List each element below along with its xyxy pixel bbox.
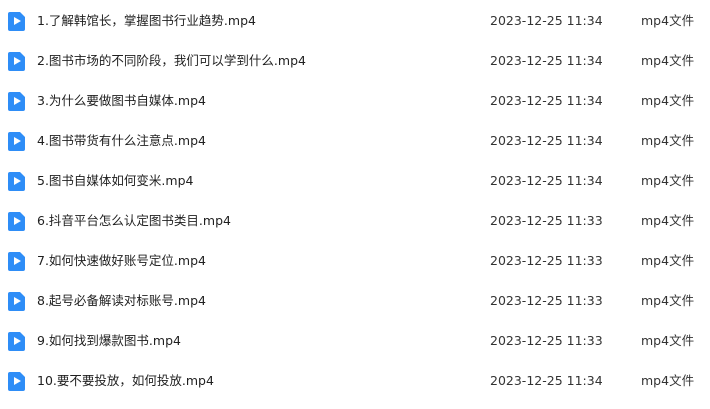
file-type: mp4文件: [641, 53, 695, 68]
video-file-icon: [8, 12, 25, 31]
file-modified-date: 2023-12-25 11:33: [490, 333, 603, 348]
file-row[interactable]: 8.起号必备解读对标账号.mp4 2023-12-25 11:33 mp4文件: [0, 281, 710, 321]
file-row[interactable]: 3.为什么要做图书自媒体.mp4 2023-12-25 11:34 mp4文件: [0, 81, 710, 121]
file-type: mp4文件: [641, 373, 695, 388]
file-modified-date: 2023-12-25 11:34: [490, 93, 603, 108]
file-row[interactable]: 6.抖音平台怎么认定图书类目.mp4 2023-12-25 11:33 mp4文…: [0, 201, 710, 241]
video-file-icon: [8, 372, 25, 391]
file-row[interactable]: 9.如何找到爆款图书.mp4 2023-12-25 11:33 mp4文件: [0, 321, 710, 361]
file-name[interactable]: 1.了解韩馆长，掌握图书行业趋势.mp4: [37, 13, 256, 29]
file-modified-date: 2023-12-25 11:34: [490, 53, 603, 68]
video-file-icon: [8, 212, 25, 231]
file-modified-date: 2023-12-25 11:33: [490, 253, 603, 268]
file-modified-date: 2023-12-25 11:34: [490, 173, 603, 188]
file-type: mp4文件: [641, 213, 695, 228]
video-file-icon: [8, 132, 25, 151]
file-list: 1.了解韩馆长，掌握图书行业趋势.mp4 2023-12-25 11:34 mp…: [0, 0, 710, 409]
video-file-icon: [8, 332, 25, 351]
file-type: mp4文件: [641, 93, 695, 108]
file-row[interactable]: 2.图书市场的不同阶段，我们可以学到什么.mp4 2023-12-25 11:3…: [0, 41, 710, 81]
file-type: mp4文件: [641, 253, 695, 268]
file-row[interactable]: 1.了解韩馆长，掌握图书行业趋势.mp4 2023-12-25 11:34 mp…: [0, 1, 710, 41]
file-name[interactable]: 10.要不要投放，如何投放.mp4: [37, 373, 214, 389]
file-name[interactable]: 3.为什么要做图书自媒体.mp4: [37, 93, 206, 109]
file-type: mp4文件: [641, 173, 695, 188]
file-type: mp4文件: [641, 293, 695, 308]
file-row[interactable]: 4.图书带货有什么注意点.mp4 2023-12-25 11:34 mp4文件: [0, 121, 710, 161]
file-modified-date: 2023-12-25 11:33: [490, 213, 603, 228]
file-type: mp4文件: [641, 333, 695, 348]
file-row[interactable]: 5.图书自媒体如何变米.mp4 2023-12-25 11:34 mp4文件: [0, 161, 710, 201]
video-file-icon: [8, 172, 25, 191]
file-name[interactable]: 4.图书带货有什么注意点.mp4: [37, 133, 206, 149]
file-row[interactable]: 10.要不要投放，如何投放.mp4 2023-12-25 11:34 mp4文件: [0, 361, 710, 401]
video-file-icon: [8, 52, 25, 71]
file-row[interactable]: 7.如何快速做好账号定位.mp4 2023-12-25 11:33 mp4文件: [0, 241, 710, 281]
file-modified-date: 2023-12-25 11:34: [490, 13, 603, 28]
video-file-icon: [8, 292, 25, 311]
file-name[interactable]: 2.图书市场的不同阶段，我们可以学到什么.mp4: [37, 53, 306, 69]
file-name[interactable]: 9.如何找到爆款图书.mp4: [37, 333, 181, 349]
file-name[interactable]: 5.图书自媒体如何变米.mp4: [37, 173, 193, 189]
file-name[interactable]: 7.如何快速做好账号定位.mp4: [37, 253, 206, 269]
file-type: mp4文件: [641, 13, 695, 28]
file-name[interactable]: 8.起号必备解读对标账号.mp4: [37, 293, 206, 309]
file-name[interactable]: 6.抖音平台怎么认定图书类目.mp4: [37, 213, 231, 229]
file-modified-date: 2023-12-25 11:34: [490, 373, 603, 388]
file-type: mp4文件: [641, 133, 695, 148]
file-modified-date: 2023-12-25 11:34: [490, 133, 603, 148]
video-file-icon: [8, 252, 25, 271]
file-modified-date: 2023-12-25 11:33: [490, 293, 603, 308]
video-file-icon: [8, 92, 25, 111]
